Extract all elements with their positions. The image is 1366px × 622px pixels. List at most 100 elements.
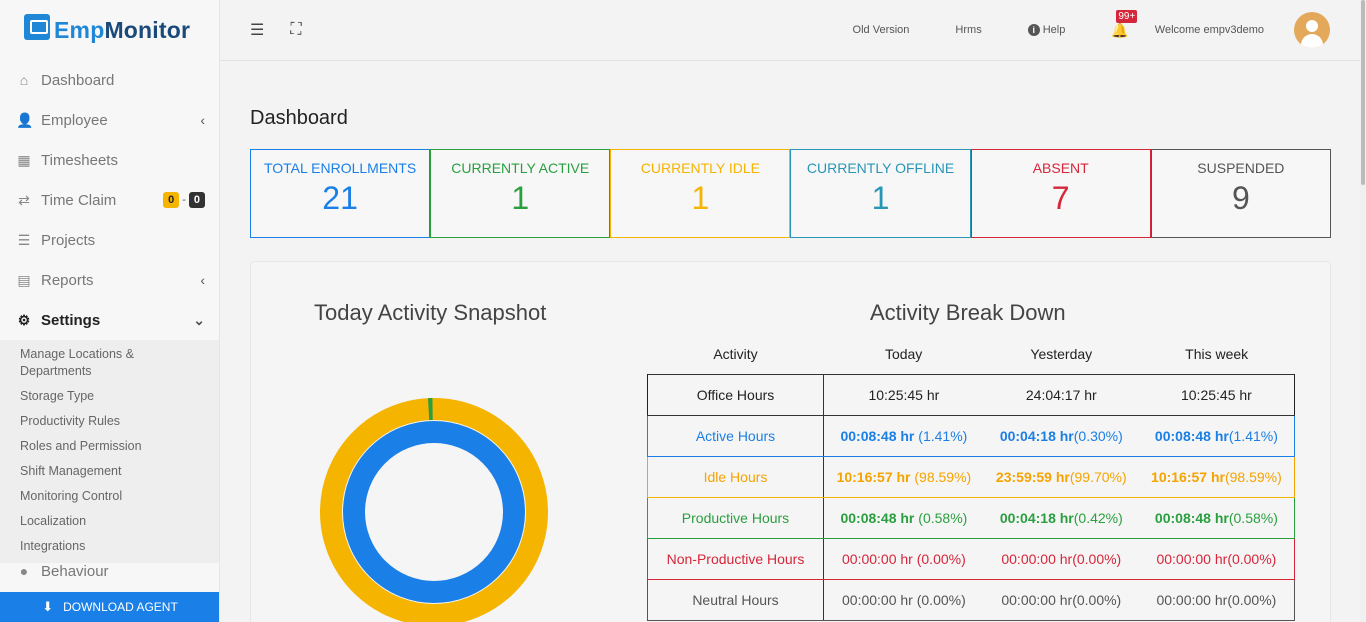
sidebar-item-projects[interactable]: ☰ Projects xyxy=(0,220,219,260)
submenu-localization[interactable]: Localization xyxy=(0,509,219,534)
page-title: Dashboard xyxy=(250,107,348,129)
stat-value: 1 xyxy=(691,180,710,216)
stat-label: ABSENT xyxy=(1032,160,1089,176)
breakdown-body: Office Hours 10:25:45 hr 24:04:17 hr 10:25:… xyxy=(647,373,1295,621)
sidebar-item-time-claim[interactable]: ⇄ Time Claim 0 - 0 xyxy=(0,180,219,220)
duration-value: 00:08:48 hr xyxy=(840,427,915,444)
submenu-roles-permission[interactable]: Roles and Permission xyxy=(0,434,219,459)
duration-value: 00:00:00 hr xyxy=(1156,591,1228,608)
stat-value: 21 xyxy=(322,180,358,216)
duration-value: 00:08:48 hr xyxy=(1154,509,1229,526)
activity-label: Office Hours xyxy=(647,373,824,416)
cell-week: 10:16:57 hr(98.59%) xyxy=(1138,455,1295,498)
sidebar-item-behaviour[interactable]: ● Behaviour xyxy=(0,563,219,580)
submenu-integrations[interactable]: Integrations xyxy=(0,534,219,559)
duration-value: 00:08:48 hr xyxy=(1154,427,1229,444)
stat-card[interactable]: SUSPENDED 9 xyxy=(1150,149,1331,238)
old-version-link[interactable]: Old Version xyxy=(853,24,910,36)
avatar[interactable] xyxy=(1294,12,1330,48)
brand-logo[interactable]: EmpMonitor xyxy=(0,0,219,60)
users-icon: 👤 xyxy=(16,111,34,128)
duration-value: 23:59:59 hr xyxy=(995,468,1070,485)
duration-percent: (0.00%) xyxy=(1227,550,1277,567)
submenu-manage-locations[interactable]: Manage Locations & Departments xyxy=(0,342,219,384)
scrollbar-thumb[interactable] xyxy=(1361,0,1365,185)
stat-value: 1 xyxy=(511,180,530,216)
download-agent-button[interactable]: ⬇ DOWNLOAD AGENT xyxy=(0,592,219,622)
stat-card[interactable]: CURRENTLY IDLE 1 xyxy=(610,149,791,238)
submenu-monitoring-control[interactable]: Monitoring Control xyxy=(0,484,219,509)
page-scrollbar[interactable] xyxy=(1360,0,1366,622)
exchange-icon: ⇄ xyxy=(18,191,30,208)
cell-week: 10:25:45 hr xyxy=(1138,373,1295,416)
stat-card[interactable]: ABSENT 7 xyxy=(970,149,1151,238)
bell-icon: 🔔 xyxy=(1111,21,1129,38)
fullscreen-icon[interactable]: ⛶ xyxy=(290,21,301,39)
cell-today: 00:00:00 hr (0.00%) xyxy=(822,578,984,621)
duration-percent: (1.41%) xyxy=(1228,427,1278,444)
brand-name: EmpMonitor xyxy=(54,16,191,43)
table-row: Non-Productive Hours 00:00:00 hr (0.00%) 0… xyxy=(647,537,1295,580)
duration-value: 10:25:45 hr xyxy=(1180,386,1252,403)
breakdown-title: Activity Break Down xyxy=(870,300,1066,325)
stat-card[interactable]: CURRENTLY OFFLINE 1 xyxy=(790,149,971,238)
duration-percent: (0.42%) xyxy=(1073,509,1123,526)
activity-donut-chart xyxy=(320,398,548,622)
tasks-icon: ☰ xyxy=(17,231,31,248)
active-ring xyxy=(343,421,525,603)
duration-percent: (0.00%) xyxy=(1227,591,1277,608)
stat-value: 9 xyxy=(1231,180,1250,216)
sidebar-item-employee[interactable]: 👤 Employee ‹ xyxy=(0,100,219,140)
sidebar-item-dashboard[interactable]: ⌂ Dashboard xyxy=(0,60,219,100)
sidebar-item-settings[interactable]: ⚙ Settings ⌄ xyxy=(0,300,219,340)
info-icon: i xyxy=(1027,24,1040,36)
sidebar-nav: ⌂ Dashboard 👤 Employee ‹ ▦ Timesheets ⇄ … xyxy=(0,60,219,340)
menu-toggle-icon[interactable]: ☰ xyxy=(250,20,264,40)
sidebar: EmpMonitor ⌂ Dashboard 👤 Employee ‹ ▦ Ti… xyxy=(0,0,220,622)
welcome-text: Welcome empv3demo xyxy=(1154,24,1264,36)
main-content: Dashboard TOTAL ENROLLMENTS 21 CURRENTLY A… xyxy=(250,61,1331,622)
header-today: Today xyxy=(884,345,923,362)
duration-value: 00:00:00 hr xyxy=(1001,591,1073,608)
duration-value: 00:04:18 hr xyxy=(999,509,1074,526)
topbar: ☰ ⛶ Old Version Hrms i Help 🔔 99+ Welcome… xyxy=(220,0,1360,61)
duration-percent: (0.58%) xyxy=(1228,509,1278,526)
sidebar-item-timesheets[interactable]: ▦ Timesheets xyxy=(0,140,219,180)
stats-row: TOTAL ENROLLMENTS 21 CURRENTLY ACTIVE 1 CURR… xyxy=(250,149,1331,238)
stat-label: CURRENTLY OFFLINE xyxy=(806,160,955,176)
logo-icon xyxy=(24,14,50,40)
stat-label: CURRENTLY ACTIVE xyxy=(451,160,590,176)
submenu-productivity-rules[interactable]: Productivity Rules xyxy=(0,409,219,434)
duration-percent: (0.00%) xyxy=(1072,550,1122,567)
activity-label: Active Hours xyxy=(647,414,824,457)
calendar-icon: ▦ xyxy=(17,151,31,168)
duration-percent: (1.41%) xyxy=(914,427,968,444)
chevron-down-icon: ⌄ xyxy=(193,311,205,328)
stat-value: 1 xyxy=(871,180,890,216)
duration-percent: (0.30%) xyxy=(1073,427,1123,444)
stat-label: SUSPENDED xyxy=(1197,160,1285,176)
sidebar-item-reports[interactable]: ▤ Reports ‹ xyxy=(0,260,219,300)
badge-separator: - xyxy=(182,194,186,206)
hrms-link[interactable]: Hrms xyxy=(955,24,981,36)
stat-label: CURRENTLY IDLE xyxy=(640,160,761,176)
duration-value: 10:16:57 hr xyxy=(1151,468,1225,485)
cell-yesterday: 23:59:59 hr(99.70%) xyxy=(983,455,1139,498)
submenu-shift-management[interactable]: Shift Management xyxy=(0,459,219,484)
stat-value: 7 xyxy=(1051,180,1070,216)
table-row: Neutral Hours 00:00:00 hr (0.00%) 00:00:00… xyxy=(647,578,1295,621)
duration-percent: (0.58%) xyxy=(914,509,968,526)
home-icon: ⌂ xyxy=(19,72,29,88)
help-link[interactable]: i Help xyxy=(1027,24,1065,36)
stat-card[interactable]: CURRENTLY ACTIVE 1 xyxy=(430,149,611,238)
stat-card[interactable]: TOTAL ENROLLMENTS 21 xyxy=(250,149,431,238)
activity-panel: Today Activity Snapshot Activity Break D… xyxy=(250,261,1331,622)
table-row: Productive Hours 00:08:48 hr (0.58%) 00:04… xyxy=(647,496,1295,539)
notification-bell[interactable]: 🔔 99+ xyxy=(1111,9,1138,39)
duration-percent: (0.00%) xyxy=(1072,591,1122,608)
submenu-storage-type[interactable]: Storage Type xyxy=(0,384,219,409)
duration-percent: (99.70%) xyxy=(1069,468,1127,485)
table-row: Active Hours 00:08:48 hr (1.41%) 00:04:18 … xyxy=(647,414,1295,457)
cell-today: 10:16:57 hr (98.59%) xyxy=(822,455,984,498)
download-icon: ⬇ xyxy=(42,599,54,614)
